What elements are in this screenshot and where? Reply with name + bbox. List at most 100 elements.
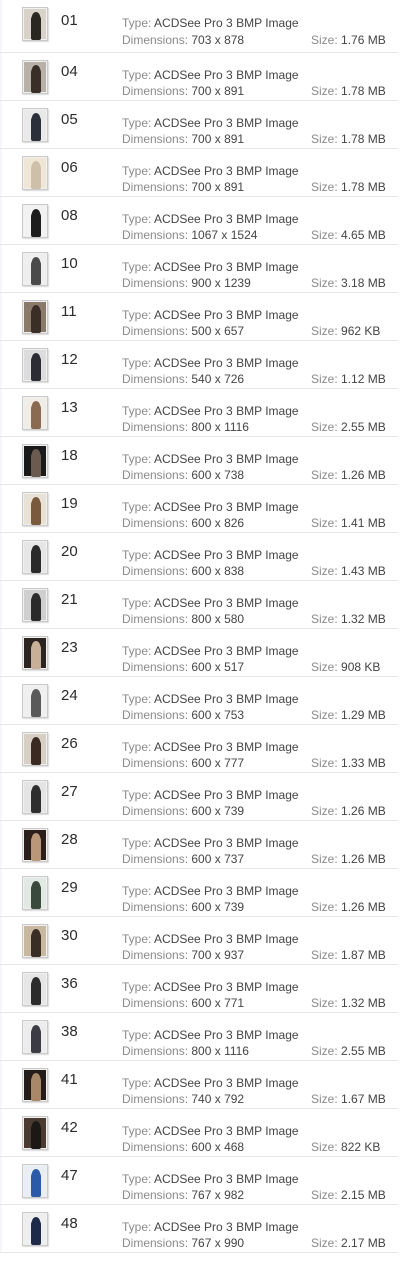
image-thumbnail[interactable] — [22, 1020, 48, 1054]
row-gutter — [0, 101, 2, 148]
file-list-item[interactable]: 27 Type: ACDSee Pro 3 BMP Image Dimensio… — [0, 773, 398, 821]
thumbnail-head — [32, 737, 40, 746]
image-thumbnail[interactable] — [22, 1164, 48, 1198]
file-dimensions-line: Dimensions: 600 x 753 — [122, 708, 244, 722]
image-thumbnail[interactable] — [22, 156, 48, 190]
dimensions-value: 700 x 891 — [191, 180, 245, 194]
image-thumbnail[interactable] — [22, 1068, 48, 1102]
file-list-item[interactable]: 01 Type: ACDSee Pro 3 BMP Image Dimensio… — [0, 0, 398, 53]
file-name: 05 — [61, 111, 78, 128]
size-value: 908 KB — [341, 660, 381, 674]
type-label: Type: — [122, 932, 152, 946]
dimensions-label: Dimensions: — [122, 516, 189, 530]
image-thumbnail[interactable] — [22, 444, 48, 478]
dimensions-label: Dimensions: — [122, 1140, 189, 1154]
file-list-item[interactable]: 12 Type: ACDSee Pro 3 BMP Image Dimensio… — [0, 341, 398, 389]
image-thumbnail[interactable] — [22, 1212, 48, 1246]
file-list-item[interactable]: 48 Type: ACDSee Pro 3 BMP Image Dimensio… — [0, 1205, 398, 1253]
type-value: ACDSee Pro 3 BMP Image — [154, 836, 299, 850]
file-list-item[interactable]: 08 Type: ACDSee Pro 3 BMP Image Dimensio… — [0, 197, 398, 245]
file-dimensions-line: Dimensions: 700 x 891 — [122, 180, 244, 194]
file-size-line: Size: 822 KB — [311, 1140, 380, 1154]
type-label: Type: — [122, 596, 152, 610]
image-thumbnail[interactable] — [22, 1116, 48, 1150]
file-list-item[interactable]: 06 Type: ACDSee Pro 3 BMP Image Dimensio… — [0, 149, 398, 197]
type-label: Type: — [122, 212, 152, 226]
file-dimensions-line: Dimensions: 600 x 468 — [122, 1140, 244, 1154]
file-list-item[interactable]: 28 Type: ACDSee Pro 3 BMP Image Dimensio… — [0, 821, 398, 869]
dimensions-value: 540 x 726 — [191, 372, 245, 386]
image-thumbnail[interactable] — [22, 348, 48, 382]
file-list-item[interactable]: 13 Type: ACDSee Pro 3 BMP Image Dimensio… — [0, 389, 398, 437]
dimensions-label: Dimensions: — [122, 84, 189, 98]
file-list-item[interactable]: 10 Type: ACDSee Pro 3 BMP Image Dimensio… — [0, 245, 398, 293]
dimensions-label: Dimensions: — [122, 852, 189, 866]
file-type-line: Type: ACDSee Pro 3 BMP Image — [122, 1076, 299, 1090]
size-label: Size: — [311, 132, 338, 146]
file-list-item[interactable]: 29 Type: ACDSee Pro 3 BMP Image Dimensio… — [0, 869, 398, 917]
type-label: Type: — [122, 1124, 152, 1138]
row-gutter — [0, 1061, 2, 1108]
file-size-line: Size: 1.32 MB — [311, 612, 386, 626]
file-list-item[interactable]: 26 Type: ACDSee Pro 3 BMP Image Dimensio… — [0, 725, 398, 773]
file-list-item[interactable]: 42 Type: ACDSee Pro 3 BMP Image Dimensio… — [0, 1109, 398, 1157]
file-name: 04 — [61, 63, 78, 80]
image-thumbnail[interactable] — [22, 876, 48, 910]
row-gutter — [0, 581, 2, 628]
file-list-item[interactable]: 05 Type: ACDSee Pro 3 BMP Image Dimensio… — [0, 101, 398, 149]
file-name: 13 — [61, 399, 78, 416]
image-thumbnail[interactable] — [22, 108, 48, 142]
image-thumbnail[interactable] — [22, 732, 48, 766]
size-value: 1.78 MB — [341, 132, 386, 146]
file-list-item[interactable]: 20 Type: ACDSee Pro 3 BMP Image Dimensio… — [0, 533, 398, 581]
size-label: Size: — [311, 564, 338, 578]
file-list-item[interactable]: 18 Type: ACDSee Pro 3 BMP Image Dimensio… — [0, 437, 398, 485]
file-list-item[interactable]: 19 Type: ACDSee Pro 3 BMP Image Dimensio… — [0, 485, 398, 533]
type-label: Type: — [122, 644, 152, 658]
image-thumbnail[interactable] — [22, 540, 48, 574]
file-list-item[interactable]: 21 Type: ACDSee Pro 3 BMP Image Dimensio… — [0, 581, 398, 629]
image-thumbnail[interactable] — [22, 396, 48, 430]
file-type-line: Type: ACDSee Pro 3 BMP Image — [122, 596, 299, 610]
image-thumbnail[interactable] — [22, 252, 48, 286]
file-dimensions-line: Dimensions: 740 x 792 — [122, 1092, 244, 1106]
file-dimensions-line: Dimensions: 600 x 826 — [122, 516, 244, 530]
image-thumbnail[interactable] — [22, 588, 48, 622]
image-thumbnail[interactable] — [22, 780, 48, 814]
file-list-item[interactable]: 04 Type: ACDSee Pro 3 BMP Image Dimensio… — [0, 53, 398, 101]
file-type-line: Type: ACDSee Pro 3 BMP Image — [122, 212, 299, 226]
file-list-item[interactable]: 30 Type: ACDSee Pro 3 BMP Image Dimensio… — [0, 917, 398, 965]
image-thumbnail[interactable] — [22, 828, 48, 862]
file-list-item[interactable]: 23 Type: ACDSee Pro 3 BMP Image Dimensio… — [0, 629, 398, 677]
dimensions-label: Dimensions: — [122, 132, 189, 146]
image-thumbnail[interactable] — [22, 60, 48, 94]
file-type-line: Type: ACDSee Pro 3 BMP Image — [122, 644, 299, 658]
type-value: ACDSee Pro 3 BMP Image — [154, 260, 299, 274]
image-thumbnail[interactable] — [22, 492, 48, 526]
size-label: Size: — [311, 372, 338, 386]
image-thumbnail[interactable] — [22, 300, 48, 334]
type-label: Type: — [122, 884, 152, 898]
image-thumbnail[interactable] — [22, 684, 48, 718]
image-thumbnail[interactable] — [22, 924, 48, 958]
image-thumbnail[interactable] — [22, 972, 48, 1006]
type-label: Type: — [122, 308, 152, 322]
file-dimensions-line: Dimensions: 767 x 982 — [122, 1188, 244, 1202]
file-list-item[interactable]: 41 Type: ACDSee Pro 3 BMP Image Dimensio… — [0, 1061, 398, 1109]
file-list-item[interactable]: 36 Type: ACDSee Pro 3 BMP Image Dimensio… — [0, 965, 398, 1013]
image-thumbnail[interactable] — [22, 204, 48, 238]
type-label: Type: — [122, 548, 152, 562]
image-thumbnail[interactable] — [22, 7, 48, 41]
file-list-item[interactable]: 24 Type: ACDSee Pro 3 BMP Image Dimensio… — [0, 677, 398, 725]
file-dimensions-line: Dimensions: 600 x 739 — [122, 900, 244, 914]
file-dimensions-line: Dimensions: 900 x 1239 — [122, 276, 251, 290]
file-list-item[interactable]: 11 Type: ACDSee Pro 3 BMP Image Dimensio… — [0, 293, 398, 341]
size-value: 1.26 MB — [341, 468, 386, 482]
size-value: 1.12 MB — [341, 372, 386, 386]
file-list-item[interactable]: 47 Type: ACDSee Pro 3 BMP Image Dimensio… — [0, 1157, 398, 1205]
image-thumbnail[interactable] — [22, 636, 48, 670]
file-type-line: Type: ACDSee Pro 3 BMP Image — [122, 404, 299, 418]
size-label: Size: — [311, 228, 338, 242]
row-gutter — [0, 53, 2, 100]
file-list-item[interactable]: 38 Type: ACDSee Pro 3 BMP Image Dimensio… — [0, 1013, 398, 1061]
